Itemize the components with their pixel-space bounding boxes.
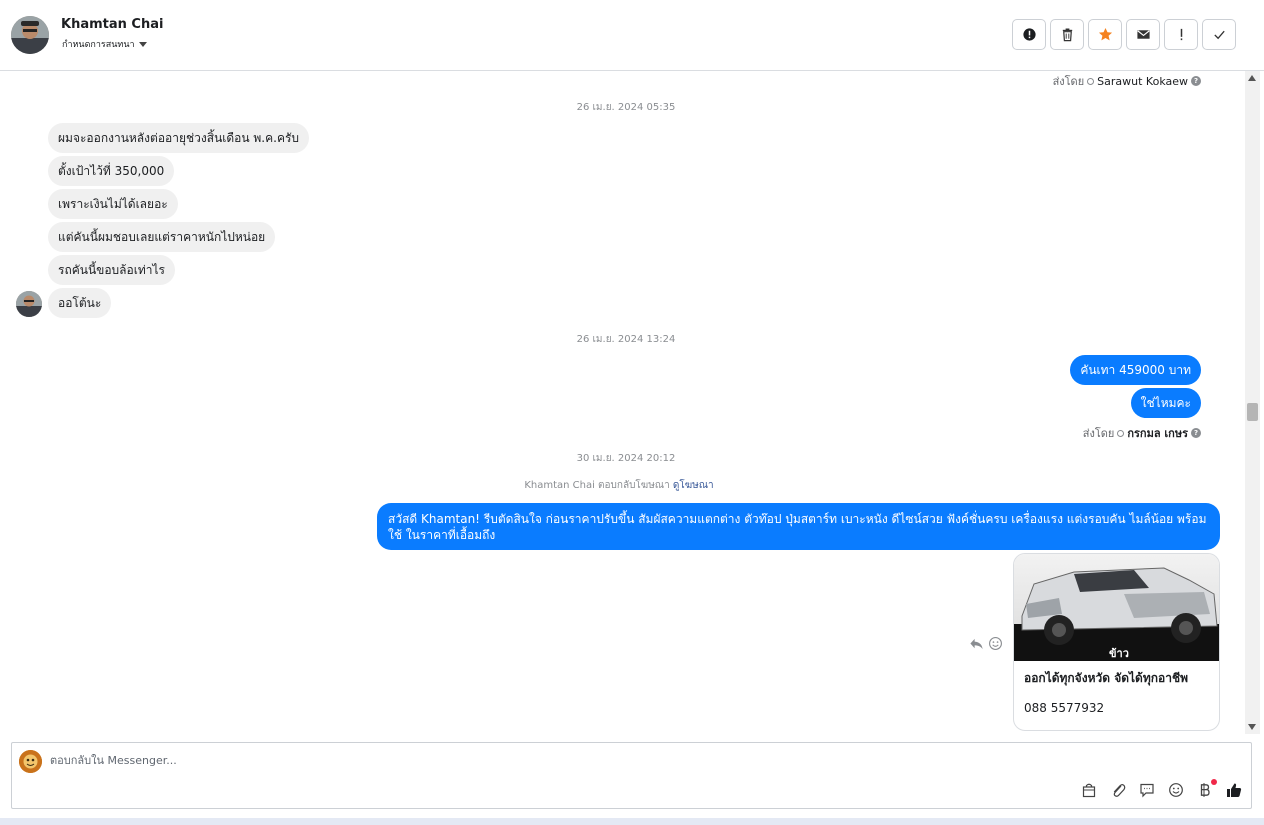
incoming-message[interactable]: รถคันนี้ขอบล้อเท่าไร bbox=[48, 255, 175, 285]
check-icon bbox=[1213, 30, 1225, 40]
report-spam-button[interactable] bbox=[1012, 19, 1046, 50]
message-thread[interactable]: ส่งโดย Sarawut Kokaew ? 26 เม.ย. 2024 05… bbox=[0, 71, 1245, 734]
outgoing-message[interactable]: คันเทา 459000 บาท bbox=[1070, 355, 1201, 385]
outgoing-message[interactable]: ใช่ไหมคะ bbox=[1130, 388, 1201, 418]
timestamp: 26 เม.ย. 2024 05:35 bbox=[576, 102, 676, 113]
mark-unread-button[interactable] bbox=[1126, 19, 1160, 50]
sender-name[interactable]: กรกมล เกษร bbox=[1127, 424, 1188, 442]
emoji-icon bbox=[1169, 783, 1183, 797]
scroll-up-icon[interactable] bbox=[1248, 75, 1256, 81]
baht-icon bbox=[1200, 783, 1210, 797]
contact-avatar[interactable] bbox=[11, 16, 49, 54]
composer-tools bbox=[1080, 779, 1243, 799]
message-actions bbox=[969, 636, 1003, 651]
assign-conversation-dropdown[interactable]: กำหนดการสนทนา bbox=[62, 37, 147, 51]
contact-name[interactable]: Khamtan Chai bbox=[61, 17, 163, 32]
shop-button[interactable] bbox=[1080, 781, 1098, 799]
emoji-button[interactable] bbox=[1167, 781, 1185, 799]
help-icon[interactable]: ? bbox=[1191, 428, 1201, 438]
incoming-message[interactable]: ออโต้นะ bbox=[48, 288, 112, 318]
saved-replies-button[interactable] bbox=[1138, 781, 1156, 799]
emoji-react-icon[interactable] bbox=[988, 636, 1003, 651]
assign-label: กำหนดการสนทนา bbox=[62, 40, 135, 50]
conversation-header: Khamtan Chai กำหนดการสนทนา bbox=[0, 0, 1264, 71]
ad-reply-text: Khamtan Chai ตอบกลับโฆษณา bbox=[524, 480, 670, 491]
follow-up-button[interactable] bbox=[1164, 19, 1198, 50]
saved-reply-icon bbox=[1140, 783, 1154, 798]
payment-button[interactable] bbox=[1196, 779, 1217, 799]
ad-greeting-message[interactable]: สวัสดี Khamtan! รีบตัดสินใจ ก่อนราคาปรับ… bbox=[377, 503, 1220, 550]
status-dot-icon bbox=[1087, 77, 1095, 85]
like-button[interactable] bbox=[1225, 781, 1243, 799]
scroll-thumb[interactable] bbox=[1247, 403, 1258, 421]
timestamp: 30 เม.ย. 2024 20:12 bbox=[576, 453, 676, 464]
ad-reply-notice: Khamtan Chai ตอบกลับโฆษณา ดูโฆษณา bbox=[0, 478, 1238, 493]
star-icon bbox=[1098, 27, 1112, 41]
incoming-message[interactable]: ผมจะออกงานหลังต่ออายุช่วงสิ้นเดือน พ.ค.ค… bbox=[48, 123, 310, 153]
scroll-down-icon[interactable] bbox=[1248, 724, 1256, 730]
ad-card[interactable]: ข้าว ออกได้ทุกจังหวัด จัดได้ทุกอาชีพ 088… bbox=[1013, 553, 1220, 731]
timestamp: 26 เม.ย. 2024 13:24 bbox=[576, 334, 676, 345]
delete-button[interactable] bbox=[1050, 19, 1084, 50]
message-scrollbar[interactable] bbox=[1245, 71, 1260, 734]
ad-card-image[interactable]: ข้าว bbox=[1014, 554, 1220, 661]
help-icon[interactable]: ? bbox=[1191, 76, 1201, 86]
bag-icon bbox=[1082, 783, 1096, 798]
reply-input[interactable] bbox=[50, 754, 1050, 767]
status-dot-icon bbox=[1117, 429, 1125, 437]
sent-by-label: ส่งโดย bbox=[1082, 427, 1115, 440]
thumbs-up-icon bbox=[1227, 783, 1242, 797]
reply-icon[interactable] bbox=[969, 636, 984, 651]
envelope-icon bbox=[1136, 30, 1150, 39]
ad-card-title: ออกได้ทุกจังหวัด จัดได้ทุกอาชีพ bbox=[1024, 671, 1189, 685]
exclamation-icon bbox=[1180, 28, 1182, 41]
incoming-message[interactable]: ตั้งเป้าไว้ที่ 350,000 bbox=[48, 156, 175, 186]
sender-name[interactable]: Sarawut Kokaew bbox=[1097, 75, 1188, 88]
view-ad-link[interactable]: ดูโฆษณา bbox=[673, 480, 714, 491]
reply-composer bbox=[11, 742, 1252, 809]
chevron-down-icon bbox=[138, 41, 147, 47]
attach-file-button[interactable] bbox=[1109, 781, 1127, 799]
ad-image-caption: ข้าว bbox=[1109, 647, 1129, 660]
incoming-message[interactable]: แต่คันนี้ผมชอบเลยแต่ราคาหนักไปหน่อย bbox=[48, 222, 276, 252]
star-button[interactable] bbox=[1088, 19, 1122, 50]
sent-by-line: ส่งโดย Sarawut Kokaew ? bbox=[1053, 72, 1201, 90]
incoming-message[interactable]: เพราะเงินไม่ได้เลยอะ bbox=[48, 189, 178, 219]
trash-icon bbox=[1062, 28, 1072, 42]
action-toolbar bbox=[1012, 19, 1236, 50]
sent-by-label: ส่งโดย bbox=[1052, 75, 1085, 88]
mark-done-button[interactable] bbox=[1202, 19, 1236, 50]
page-avatar bbox=[19, 750, 42, 773]
report-icon bbox=[1022, 28, 1036, 41]
contact-avatar-small bbox=[16, 291, 42, 317]
ad-card-phone[interactable]: 088 5577932 bbox=[1024, 701, 1104, 715]
notification-dot bbox=[1211, 779, 1217, 785]
paperclip-icon bbox=[1113, 784, 1126, 797]
sent-by-line: ส่งโดย กรกมล เกษร ? bbox=[1083, 424, 1201, 442]
window-bottom-edge bbox=[0, 818, 1264, 825]
